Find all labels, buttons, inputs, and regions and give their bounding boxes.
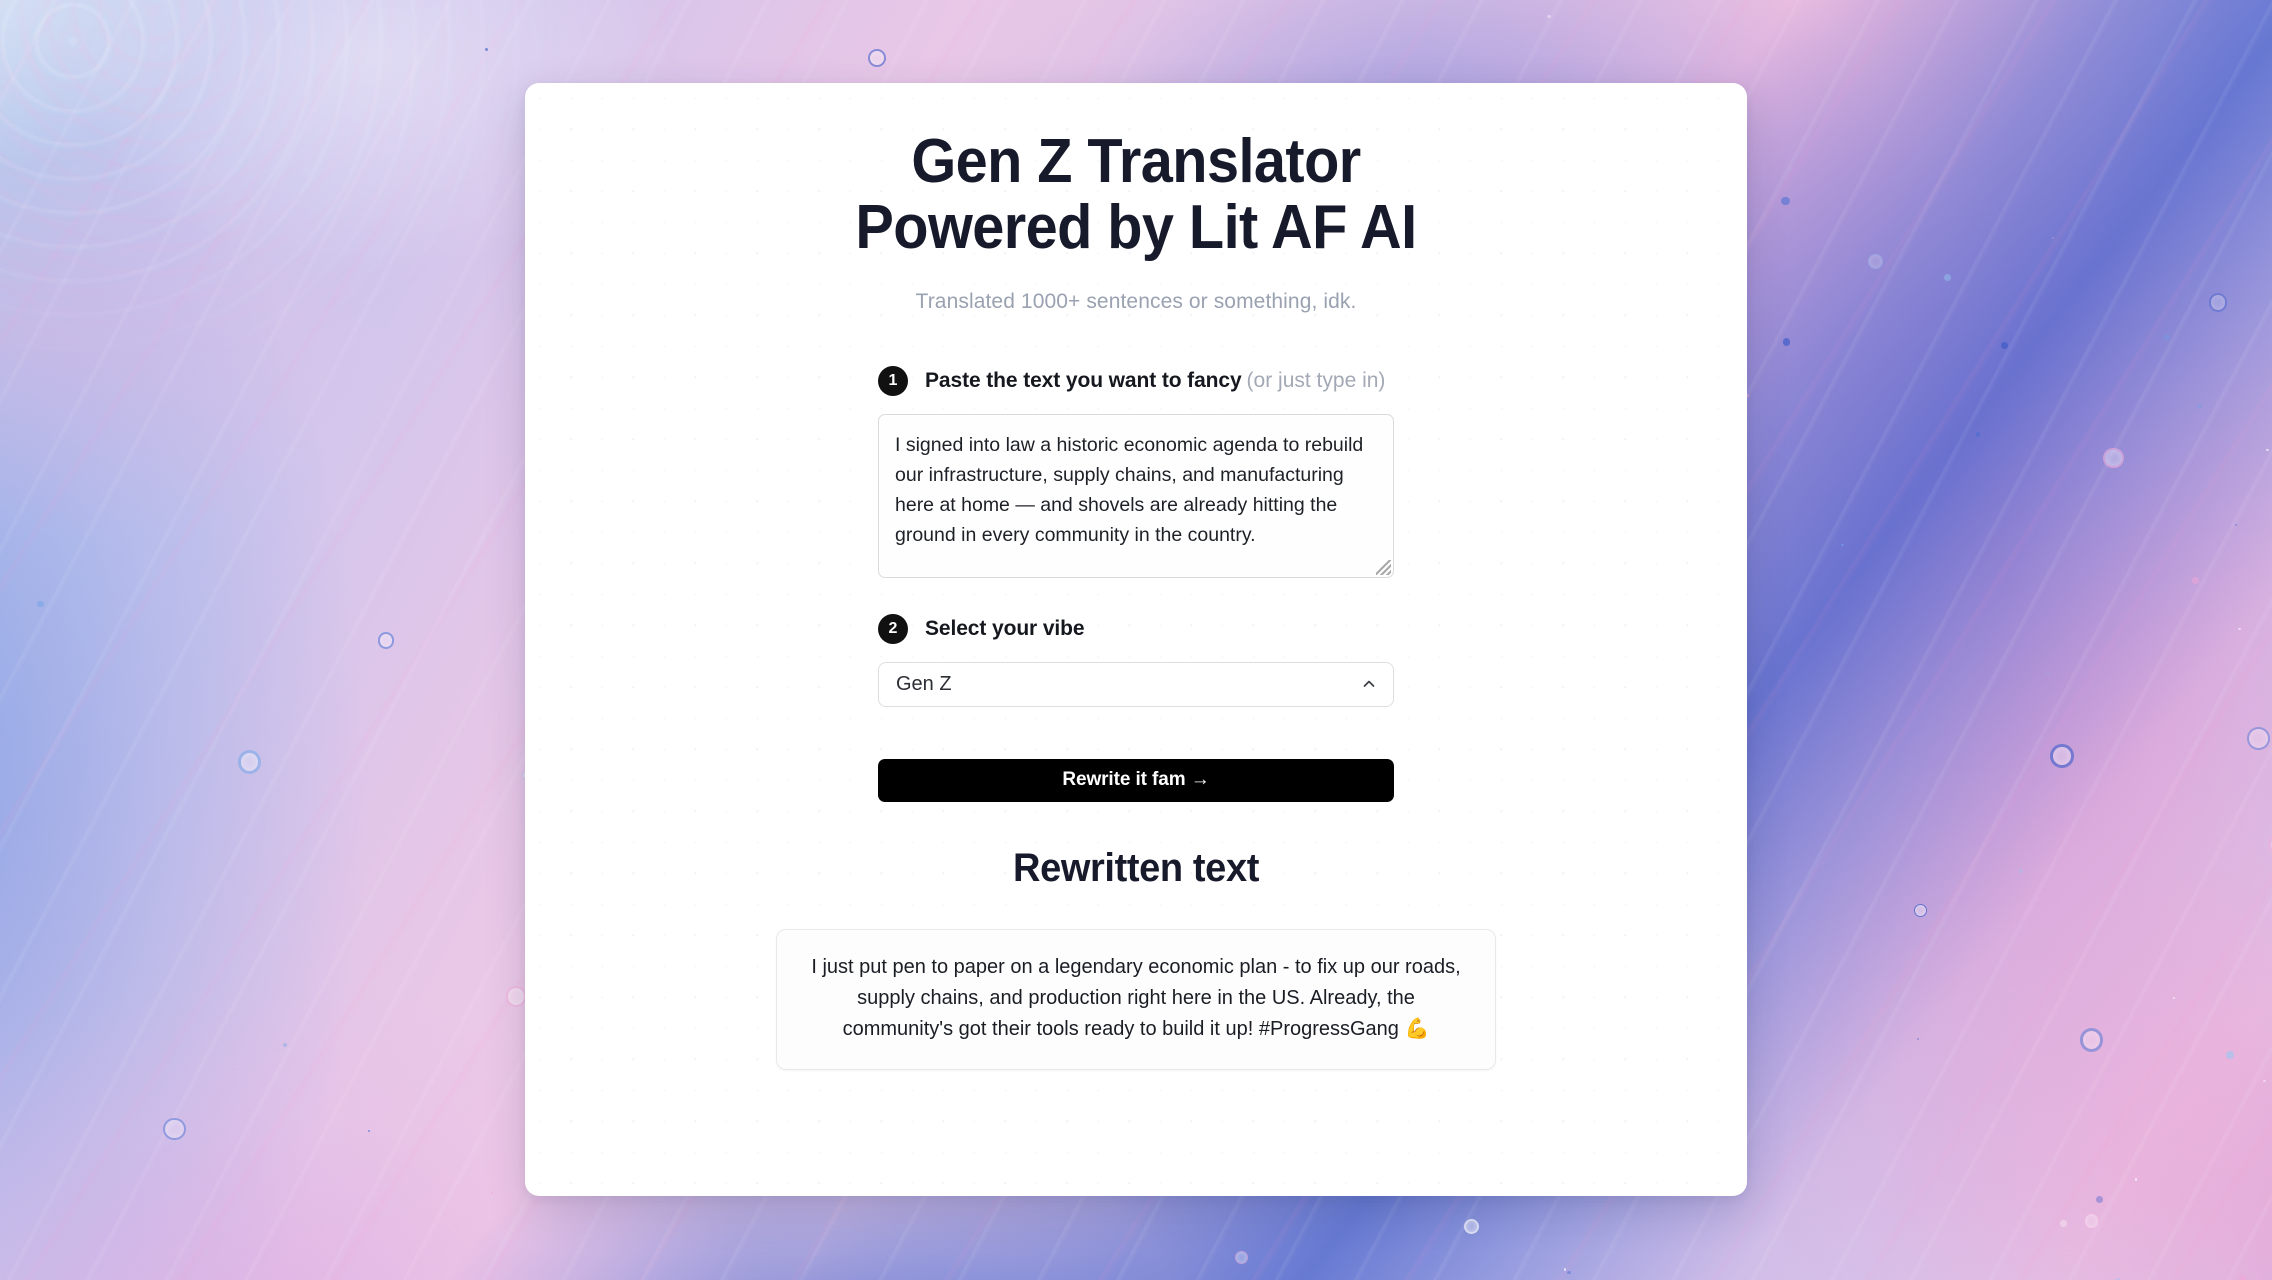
result-text: I just put pen to paper on a legendary e… [811,955,1461,1040]
rewrite-button[interactable]: Rewrite it fam → [878,758,1394,802]
step-2-label: Select your vibe [925,616,1085,640]
step-1-label-group: Paste the text you want to fancy (or just… [925,369,1385,393]
step-1-badge: 1 [878,365,908,396]
step-1-hint: (or just type in) [1246,368,1386,392]
step-2-label-group: Select your vibe [925,616,1085,641]
app-card: Gen Z Translator Powered by Lit AF AI Tr… [525,83,1747,1196]
step-2-row: 2 Select your vibe [878,613,1394,644]
step-2-badge: 2 [878,613,908,644]
source-textarea-wrap [878,413,1394,578]
vibe-select-value: Gen Z [896,672,952,695]
page-title: Gen Z Translator Powered by Lit AF AI [855,127,1417,263]
source-text-input[interactable] [878,413,1394,578]
chevron-up-icon [1361,676,1377,692]
result-heading: Rewritten text [1013,845,1259,890]
page-subtitle: Translated 1000+ sentences or something,… [915,289,1357,313]
vibe-select-dropdown[interactable]: Gen Z [878,661,1394,707]
result-text-card[interactable]: I just put pen to paper on a legendary e… [776,928,1496,1070]
step-1-label: Paste the text you want to fancy [925,368,1242,392]
step-1-row: 1 Paste the text you want to fancy (or ju… [878,365,1394,396]
